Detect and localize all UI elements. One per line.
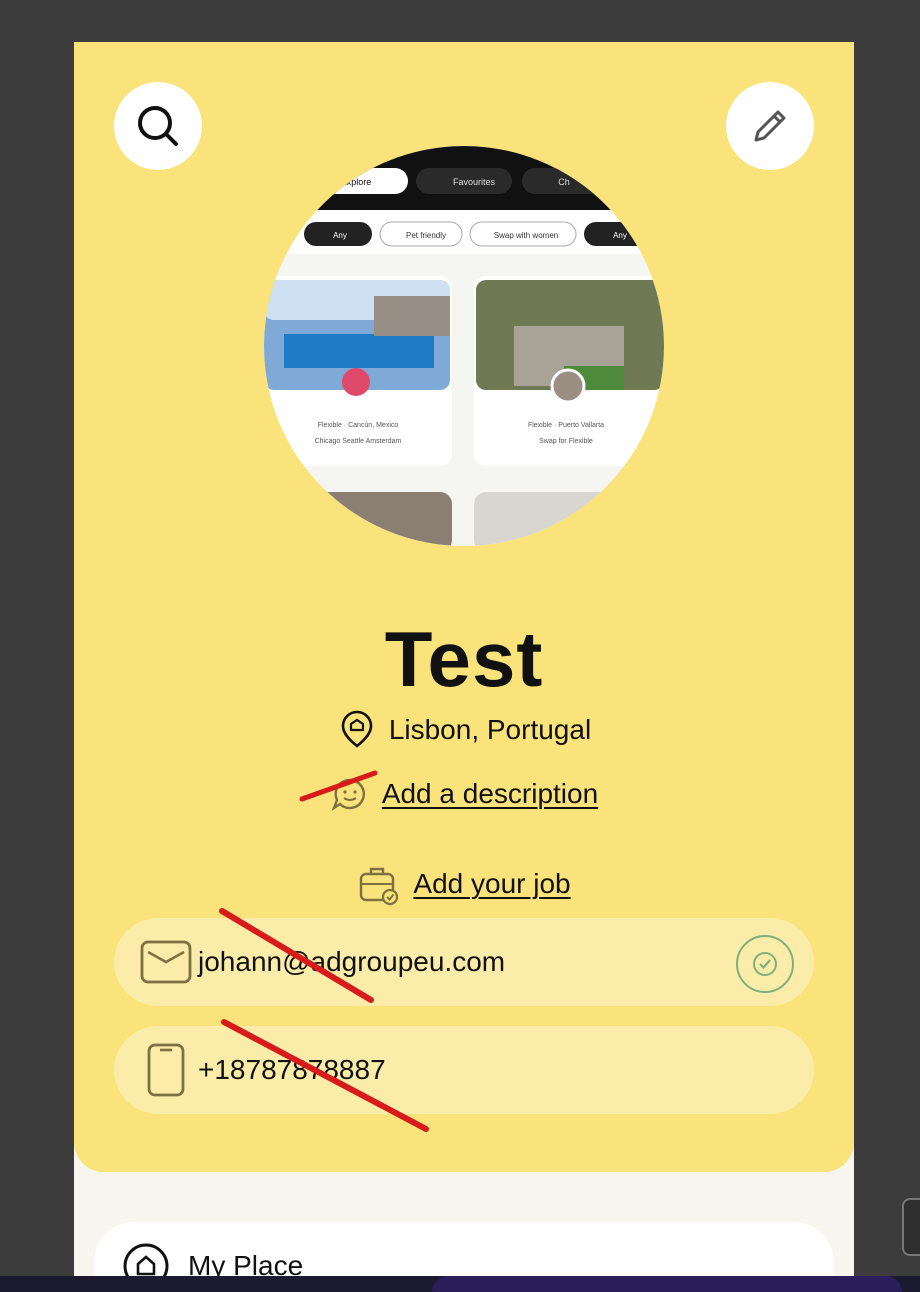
edit-button[interactable] bbox=[726, 82, 814, 170]
add-job-link[interactable]: Add your job bbox=[413, 868, 570, 900]
briefcase-icon bbox=[360, 867, 399, 906]
location-pin-icon bbox=[341, 710, 373, 748]
phone-field[interactable]: +18787878887 bbox=[114, 1026, 814, 1114]
my-place-card[interactable]: My Place bbox=[94, 1222, 834, 1276]
preview-tab-chat: Ch bbox=[558, 177, 570, 187]
search-button[interactable] bbox=[114, 82, 202, 170]
search-icon bbox=[138, 106, 178, 146]
email-value: johann@adgroupeu.com bbox=[198, 946, 506, 977]
taskbar-window-tab[interactable] bbox=[432, 1276, 902, 1292]
my-place-label: My Place bbox=[188, 1250, 304, 1276]
app-screenshot-image: Explore Favourites Ch Any Pet friendly S… bbox=[264, 146, 664, 546]
taskbar bbox=[0, 1276, 920, 1292]
preview-filter-pet: Pet friendly bbox=[406, 231, 446, 240]
preview-listing-2-tags: Flexible · Puerto Vallarta bbox=[528, 422, 604, 429]
preview-filter-any: Any bbox=[333, 231, 347, 240]
description-row[interactable]: Add a description bbox=[74, 774, 854, 814]
preview-listing-2-wants: Swap for Flexible bbox=[539, 438, 593, 445]
profile-screen: Explore Favourites Ch Any Pet friendly S… bbox=[74, 42, 854, 1276]
profile-name: Test bbox=[384, 615, 544, 703]
envelope-icon bbox=[140, 940, 192, 984]
email-verified-badge bbox=[736, 935, 794, 993]
preview-listing-1-wants: Chicago Seattle Amsterdam bbox=[315, 438, 402, 445]
pencil-icon bbox=[754, 110, 786, 142]
phone-icon bbox=[147, 1043, 185, 1097]
preview-filter-any-2: Any bbox=[613, 231, 627, 240]
chat-bubble-icon bbox=[331, 778, 365, 812]
job-row[interactable]: Add your job bbox=[74, 862, 854, 906]
home-icon bbox=[123, 1243, 169, 1276]
profile-card: Explore Favourites Ch Any Pet friendly S… bbox=[74, 42, 854, 1172]
add-description-link[interactable]: Add a description bbox=[382, 778, 598, 810]
preview-tab-explore: Explore bbox=[341, 177, 372, 187]
phone-value: +18787878887 bbox=[198, 1054, 386, 1085]
check-circle-icon bbox=[753, 952, 777, 976]
location-row: Lisbon, Portugal bbox=[74, 710, 854, 750]
preview-listing-1-tags: Flexible · Cancún, Mexico bbox=[318, 422, 399, 429]
profile-photo[interactable]: Explore Favourites Ch Any Pet friendly S… bbox=[264, 146, 664, 546]
preview-filter-women: Swap with women bbox=[494, 231, 558, 240]
email-field[interactable]: johann@adgroupeu.com bbox=[114, 918, 814, 1006]
side-edge-tab[interactable] bbox=[902, 1198, 920, 1256]
preview-tab-favourites: Favourites bbox=[453, 177, 496, 187]
location-text: Lisbon, Portugal bbox=[388, 714, 592, 745]
